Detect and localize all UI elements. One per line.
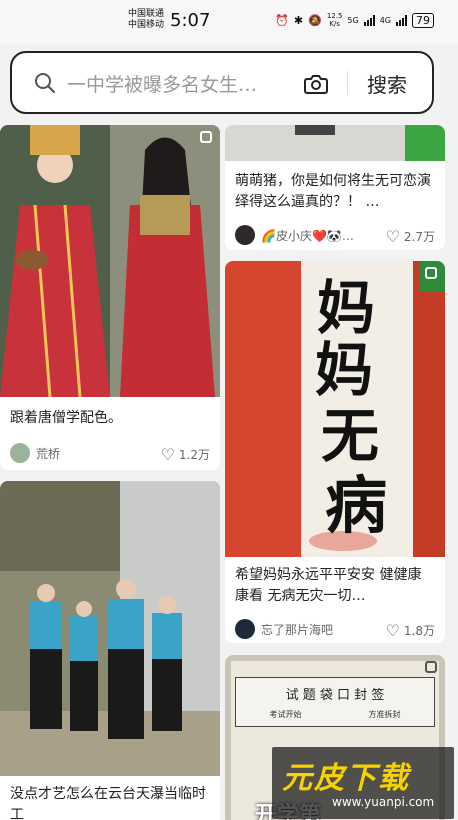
alarm-icon: ⏰	[275, 13, 289, 27]
camera-scan-icon[interactable]	[302, 70, 330, 98]
battery-indicator: 79	[412, 12, 434, 28]
heart-icon: ♡	[385, 621, 400, 640]
carrier-info: 中国联通 中国移动	[128, 9, 164, 31]
paper-sub-2: 方准拆封	[368, 710, 401, 719]
watermark: 元皮下载 www.yuanpi.com	[272, 747, 454, 819]
post-title: 跟着唐僧学配色。	[10, 410, 122, 426]
bluetooth-icon: ✱	[293, 13, 304, 27]
search-button[interactable]: 搜索	[367, 69, 407, 98]
net-type-5g: 5G	[347, 15, 359, 25]
author-name[interactable]: 荒桥	[36, 445, 60, 462]
search-icon	[35, 73, 56, 94]
signal-icon-2	[396, 14, 407, 26]
author-name[interactable]: 忘了那片海吧	[261, 621, 333, 638]
carrier-2: 中国移动	[128, 20, 165, 30]
watermark-url: www.yuanpi.com	[332, 795, 435, 809]
paper-title: 试 题 袋 口 封 签	[285, 688, 385, 703]
feed-card[interactable]: 萌萌猪，你是如何将生无可恋演绎得这么逼真的？！ … 🌈皮小庆❤️🐼… ♡ 2.7…	[225, 125, 445, 250]
avatar[interactable]	[235, 619, 255, 639]
post-image	[225, 125, 445, 161]
like-count: 1.8万	[403, 624, 435, 638]
post-meta: 荒桥 ♡ 1.2万	[10, 442, 210, 464]
author-name[interactable]: 🌈皮小庆❤️🐼…	[261, 227, 354, 244]
heart-icon: ♡	[385, 227, 400, 246]
paper-seal: 试 题 袋 口 封 签 考试开始 方准拆封	[235, 677, 435, 727]
multi-image-icon	[425, 267, 437, 279]
post-meta: 忘了那片海吧 ♡ 1.8万	[235, 618, 435, 640]
post-meta: 🌈皮小庆❤️🐼… ♡ 2.7万	[235, 224, 435, 246]
post-title: 没点才艺怎么在云台天瀑当临时工	[10, 786, 206, 820]
feed: 跟着唐僧学配色。 荒桥 ♡ 1.2万 没点才艺怎么在云台天瀑当临时工 萌萌猪，你…	[0, 125, 458, 820]
search-bar[interactable]: 一中学被曝多名女生… 搜索	[10, 51, 434, 114]
post-title: 希望妈妈永远平平安安 健健康康看 无病无灾一切…	[235, 567, 422, 604]
calligraphy-char: 病	[325, 469, 388, 542]
signal-icon	[363, 14, 375, 26]
avatar[interactable]	[235, 225, 255, 245]
post-image	[0, 125, 220, 397]
like-button[interactable]: ♡ 1.8万	[386, 621, 435, 640]
carrier-1: 中国联通	[128, 9, 165, 19]
like-button[interactable]: ♡ 1.2万	[161, 445, 210, 464]
search-input[interactable]: 一中学被曝多名女生…	[67, 70, 257, 97]
net-type-4g: 4G	[379, 15, 391, 25]
net-speed: 12.5 K/s	[326, 12, 343, 28]
like-button[interactable]: ♡ 2.7万	[386, 227, 435, 246]
mute-icon: 🔕	[308, 13, 322, 27]
paper-sub-1: 考试开始	[269, 710, 302, 719]
multi-image-icon	[200, 131, 212, 143]
feed-card[interactable]: 没点才艺怎么在云台天瀑当临时工	[0, 481, 220, 820]
feed-card[interactable]: 妈 妈 无 病 希望妈妈永远平平安安 健健康康看 无病无灾一切… 忘了那片海吧 …	[225, 261, 445, 643]
status-icons: ⏰ ✱ 🔕 12.5 K/s 5G 4G 79	[275, 12, 434, 28]
heart-icon: ♡	[160, 445, 175, 464]
status-bar: 中国联通 中国移动 5:07 ⏰ ✱ 🔕 12.5 K/s 5G 4G 79	[0, 0, 458, 44]
post-image	[0, 481, 220, 776]
multi-image-icon	[425, 661, 437, 673]
watermark-logo: 元皮下载	[282, 761, 410, 796]
like-count: 2.7万	[403, 230, 435, 244]
post-title: 萌萌猪，你是如何将生无可恋演绎得这么逼真的？！ …	[235, 173, 431, 210]
feed-card[interactable]: 跟着唐僧学配色。 荒桥 ♡ 1.2万	[0, 125, 220, 470]
like-count: 1.2万	[178, 448, 210, 462]
clock: 5:07	[170, 10, 211, 31]
avatar[interactable]	[10, 443, 30, 463]
search-divider	[347, 71, 348, 95]
